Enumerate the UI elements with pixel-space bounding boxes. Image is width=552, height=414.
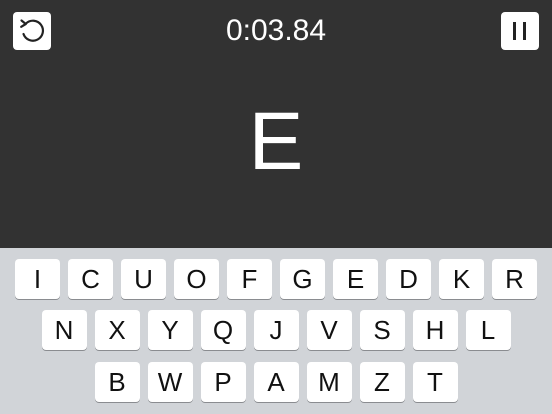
key[interactable]: V xyxy=(306,310,352,350)
target-letter: E xyxy=(248,96,304,187)
key[interactable]: W xyxy=(147,362,193,402)
key[interactable]: F xyxy=(227,259,272,299)
key[interactable]: L xyxy=(465,310,511,350)
key[interactable]: C xyxy=(68,259,113,299)
key[interactable]: D xyxy=(386,259,431,299)
key[interactable]: A xyxy=(253,362,299,402)
key[interactable]: U xyxy=(121,259,166,299)
key[interactable]: X xyxy=(94,310,140,350)
key[interactable]: P xyxy=(200,362,246,402)
keyboard-row-1: I C U O F G E D K R xyxy=(0,259,552,299)
key[interactable]: S xyxy=(359,310,405,350)
key[interactable]: O xyxy=(174,259,219,299)
keyboard-row-2: N X Y Q J V S H L xyxy=(0,310,552,350)
keyboard-row-3: B W P A M Z T xyxy=(0,362,552,402)
key[interactable]: Q xyxy=(200,310,246,350)
game-area: 0:03.84 E xyxy=(0,0,552,248)
key[interactable]: J xyxy=(253,310,299,350)
key[interactable]: I xyxy=(15,259,60,299)
key[interactable]: K xyxy=(439,259,484,299)
key[interactable]: Y xyxy=(147,310,193,350)
key[interactable]: G xyxy=(280,259,325,299)
key[interactable]: M xyxy=(306,362,352,402)
key[interactable]: B xyxy=(94,362,140,402)
key[interactable]: Z xyxy=(359,362,405,402)
timer: 0:03.84 xyxy=(225,14,327,47)
pause-button[interactable] xyxy=(501,12,539,50)
key[interactable]: H xyxy=(412,310,458,350)
key[interactable]: N xyxy=(41,310,87,350)
key[interactable]: T xyxy=(412,362,458,402)
letter-keyboard: I C U O F G E D K R N X Y Q J V S H L B … xyxy=(0,248,552,414)
key[interactable]: E xyxy=(333,259,378,299)
pause-icon xyxy=(513,22,526,40)
key[interactable]: R xyxy=(492,259,537,299)
